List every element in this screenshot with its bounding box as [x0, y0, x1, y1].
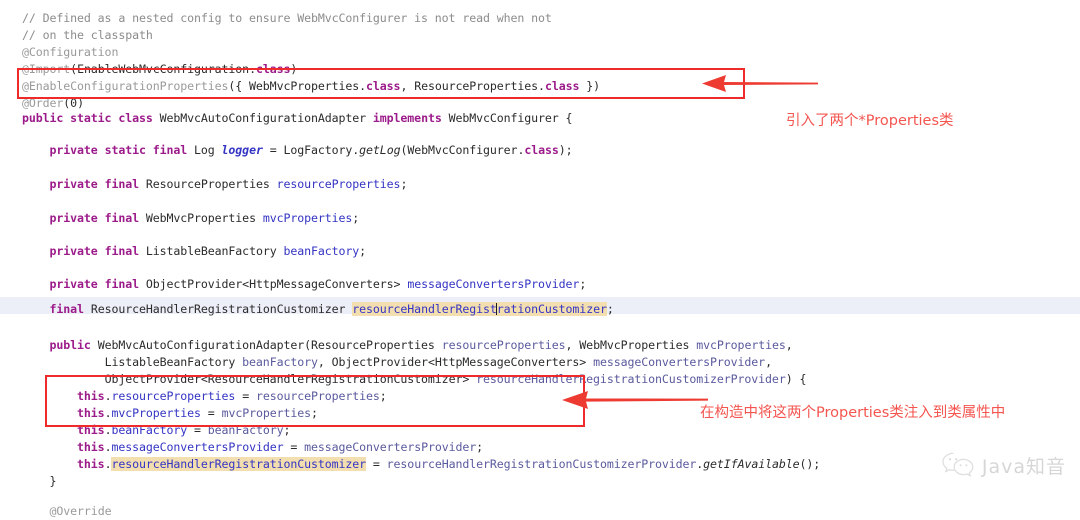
annotation-box-constructor [45, 375, 585, 427]
code-line: private final WebMvcProperties mvcProper… [49, 211, 360, 225]
code-line: private final ObjectProvider<HttpMessage… [49, 277, 587, 291]
code-line: @Override [49, 504, 112, 518]
annotation-note-constructor: 在构造中将这两个Properties类注入到类属性中 [700, 405, 1006, 421]
code-line-current: final ResourceHandlerRegistrationCustomi… [49, 302, 614, 316]
code-line: // on the classpath [22, 28, 153, 42]
code-line: ListableBeanFactory beanFactory, ObjectP… [104, 355, 773, 369]
annotation-arrow-properties [702, 75, 818, 92]
code-line: public WebMvcAutoConfigurationAdapter(Re… [49, 338, 793, 352]
annotation-note-properties: 引入了两个*Properties类 [786, 113, 954, 129]
watermark-text: Java知音 [981, 455, 1066, 478]
code-line: private static final Log logger = LogFac… [49, 143, 573, 157]
code-line: @Configuration [22, 45, 119, 59]
watermark: Java知音 [941, 451, 1066, 479]
code-line: private final ResourceProperties resourc… [49, 177, 408, 191]
code-line: this.messageConvertersProvider = message… [77, 440, 484, 454]
code-line: this.resourceHandlerRegistrationCustomiz… [77, 457, 821, 471]
code-line: } [49, 474, 57, 488]
wechat-icon [942, 452, 974, 477]
code-line: private final ListableBeanFactory beanFa… [49, 244, 367, 258]
annotation-box-properties [17, 68, 745, 99]
code-line: // Defined as a nested config to ensure … [22, 11, 552, 25]
annotation-arrow-constructor [562, 391, 708, 409]
